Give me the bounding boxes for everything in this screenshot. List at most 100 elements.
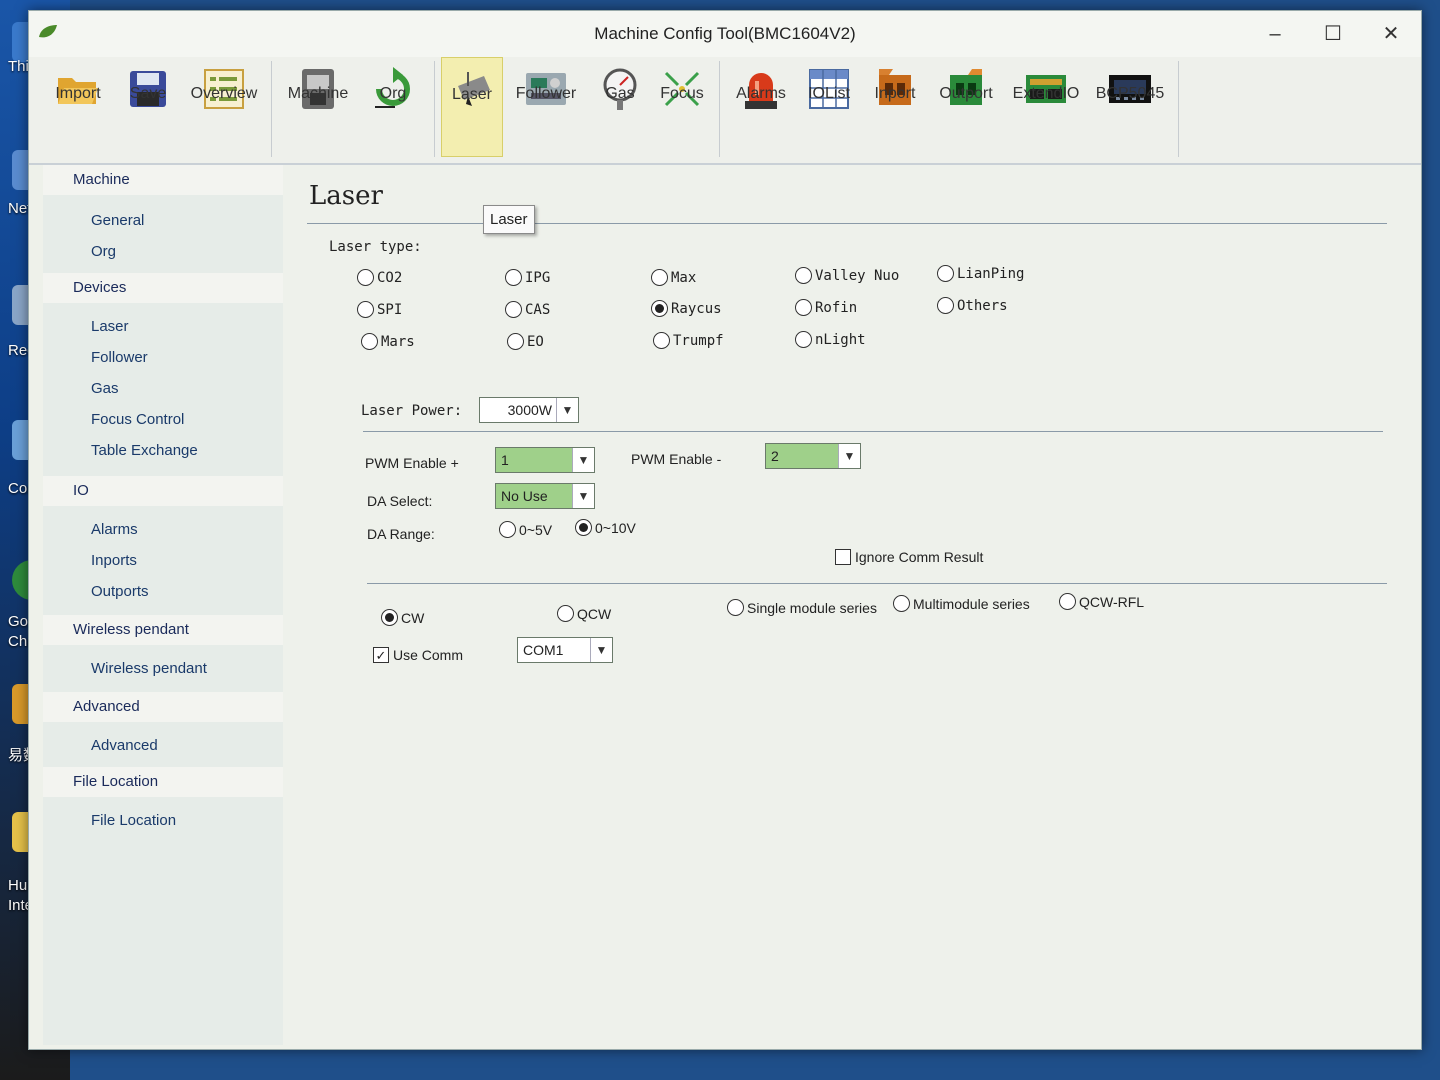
radio-label: CAS [525, 301, 551, 318]
use-comm-checkbox[interactable]: ✓ Use Comm [373, 647, 463, 663]
toolbar-label: Laser [451, 86, 493, 103]
toolbar-inport-button[interactable]: Inport [862, 57, 928, 157]
toolbar-label: Org [379, 85, 407, 102]
toolbar-label: Machine [287, 85, 349, 102]
checkbox-indicator [835, 549, 851, 565]
toolbar-label: Focus [660, 85, 704, 102]
sidebar-item-focus-control[interactable]: Focus Control [43, 404, 283, 435]
sidebar-item-outports[interactable]: Outports [43, 576, 283, 607]
sidebar-item-general[interactable]: General [43, 205, 283, 236]
radio-indicator [727, 599, 744, 616]
radio-indicator [505, 301, 522, 318]
radio-indicator [893, 595, 910, 612]
toolbar-org-button[interactable]: Org [358, 57, 428, 157]
da-select-dropdown[interactable]: No Use ▼ [495, 483, 595, 509]
pwm-enable-plus-select[interactable]: 1 ▼ [495, 447, 595, 473]
toolbar-focus-button[interactable]: Focus [651, 57, 713, 157]
da-range-0-5v-radio[interactable]: 0~5V [499, 521, 552, 538]
laser-type-lianping-radio[interactable]: LianPing [937, 265, 1024, 282]
toolbar-alarms-button[interactable]: Alarms [726, 57, 796, 157]
sidebar-item-gas[interactable]: Gas [43, 373, 283, 404]
laser-power-select[interactable]: 3000W ▼ [479, 397, 579, 423]
radio-indicator [1059, 593, 1076, 610]
radio-indicator [937, 297, 954, 314]
sidebar-item-org[interactable]: Org [43, 236, 283, 267]
maximize-button[interactable]: ☐ [1321, 23, 1345, 45]
radio-label: nLight [815, 331, 866, 348]
mode-cw-radio[interactable]: CW [381, 609, 424, 626]
laser-type-cas-radio[interactable]: CAS [505, 301, 550, 318]
radio-label: LianPing [957, 265, 1025, 282]
laser-type-nlight-radio[interactable]: nLight [795, 331, 866, 348]
toolbar-follower-button[interactable]: Follower [503, 57, 589, 157]
toolbar-import-button[interactable]: Import [43, 57, 113, 157]
laser-type-co2-radio[interactable]: CO2 [357, 269, 402, 286]
da-range-0-10v-radio[interactable]: 0~10V [575, 519, 636, 536]
radio-label: Trumpf [673, 332, 724, 349]
toolbar-save-button[interactable]: Save [113, 57, 183, 157]
sidebar-group-machine[interactable]: Machine [43, 165, 283, 195]
section-divider [367, 583, 1387, 584]
toolbar-label: Alarms [736, 85, 786, 102]
sidebar-item-follower[interactable]: Follower [43, 342, 283, 373]
toolbar-machine-button[interactable]: Machine [278, 57, 358, 157]
toolbar-separator [271, 61, 272, 157]
toolbar-gas-button[interactable]: Gas [589, 57, 651, 157]
sidebar-item-wireless-pendant[interactable]: Wireless pendant [43, 653, 283, 684]
laser-type-others-radio[interactable]: Others [937, 297, 1008, 314]
laser-type-ipg-radio[interactable]: IPG [505, 269, 550, 286]
laser-type-eo-radio[interactable]: EO [507, 333, 544, 350]
laser-type-mars-radio[interactable]: Mars [361, 333, 415, 350]
sidebar-group-file-location[interactable]: File Location [43, 767, 283, 797]
laser-type-rofin-radio[interactable]: Rofin [795, 299, 857, 316]
mode-qcw-radio[interactable]: QCW [557, 605, 611, 622]
toolbar-label: Follower [515, 85, 577, 102]
toolbar-overview-button[interactable]: Overview [183, 57, 265, 157]
toolbar-label: BCP5045 [1095, 85, 1165, 102]
laser-type-valley-nuo-radio[interactable]: Valley Nuo [795, 267, 899, 284]
laser-settings-panel: Laser Laser Laser type: CO2 IPG Max Vall… [283, 165, 1421, 1045]
radio-indicator [357, 269, 374, 286]
title-bar[interactable]: Machine Config Tool(BMC1604V2) – ☐ ✕ [29, 11, 1421, 57]
ignore-comm-result-checkbox[interactable]: Ignore Comm Result [835, 549, 983, 565]
sidebar-group-io[interactable]: IO [43, 476, 283, 506]
comm-port-value: COM1 [523, 642, 564, 658]
desktop-label: Thi [8, 58, 29, 75]
toolbar-iolist-button[interactable]: IOList [796, 57, 862, 157]
radio-label: 0~10V [595, 519, 636, 536]
mode-single-module-radio[interactable]: Single module series [727, 599, 877, 616]
mode-multimodule-radio[interactable]: Multimodule series [893, 595, 1030, 612]
radio-indicator-selected [575, 519, 592, 536]
laser-type-trumpf-radio[interactable]: Trumpf [653, 332, 724, 349]
sidebar-item-inports[interactable]: Inports [43, 545, 283, 576]
sidebar-group-devices[interactable]: Devices [43, 273, 283, 303]
radio-indicator [505, 269, 522, 286]
close-button[interactable]: ✕ [1379, 23, 1403, 45]
toolbar-bcp5045-button[interactable]: BCP5045 [1088, 57, 1172, 157]
comm-port-select[interactable]: COM1 ▼ [517, 637, 613, 663]
sidebar-item-file-location[interactable]: File Location [43, 805, 283, 836]
mode-qcw-rfl-radio[interactable]: QCW-RFL [1059, 593, 1144, 610]
laser-type-raycus-radio[interactable]: Raycus [651, 300, 722, 317]
chevron-down-icon: ▼ [838, 444, 860, 468]
sidebar-item-table-exchange[interactable]: Table Exchange [43, 435, 283, 466]
toolbar-extendio-button[interactable]: ExtendIO [1004, 57, 1088, 157]
sidebar-item-advanced[interactable]: Advanced [43, 730, 283, 761]
laser-type-max-radio[interactable]: Max [651, 269, 696, 286]
pwm-enable-minus-select[interactable]: 2 ▼ [765, 443, 861, 469]
radio-label: QCW-RFL [1079, 593, 1145, 610]
radio-indicator [795, 331, 812, 348]
sidebar-group-advanced[interactable]: Advanced [43, 692, 283, 722]
sidebar-group-wireless-pendant[interactable]: Wireless pendant [43, 615, 283, 645]
chevron-down-icon: ▼ [572, 448, 594, 472]
minimize-button[interactable]: – [1263, 23, 1287, 45]
radio-label: 0~5V [519, 521, 553, 538]
laser-type-spi-radio[interactable]: SPI [357, 301, 402, 318]
toolbar-outport-button[interactable]: Outport [928, 57, 1004, 157]
toolbar-laser-button[interactable]: Laser [441, 57, 503, 157]
sidebar-item-laser[interactable]: Laser [43, 311, 283, 342]
sidebar-item-alarms[interactable]: Alarms [43, 514, 283, 545]
pwm-enable-minus-label: PWM Enable - [631, 451, 722, 467]
sidebar-nav: Machine General Org Devices Laser Follow… [43, 165, 283, 1045]
radio-indicator [361, 333, 378, 350]
